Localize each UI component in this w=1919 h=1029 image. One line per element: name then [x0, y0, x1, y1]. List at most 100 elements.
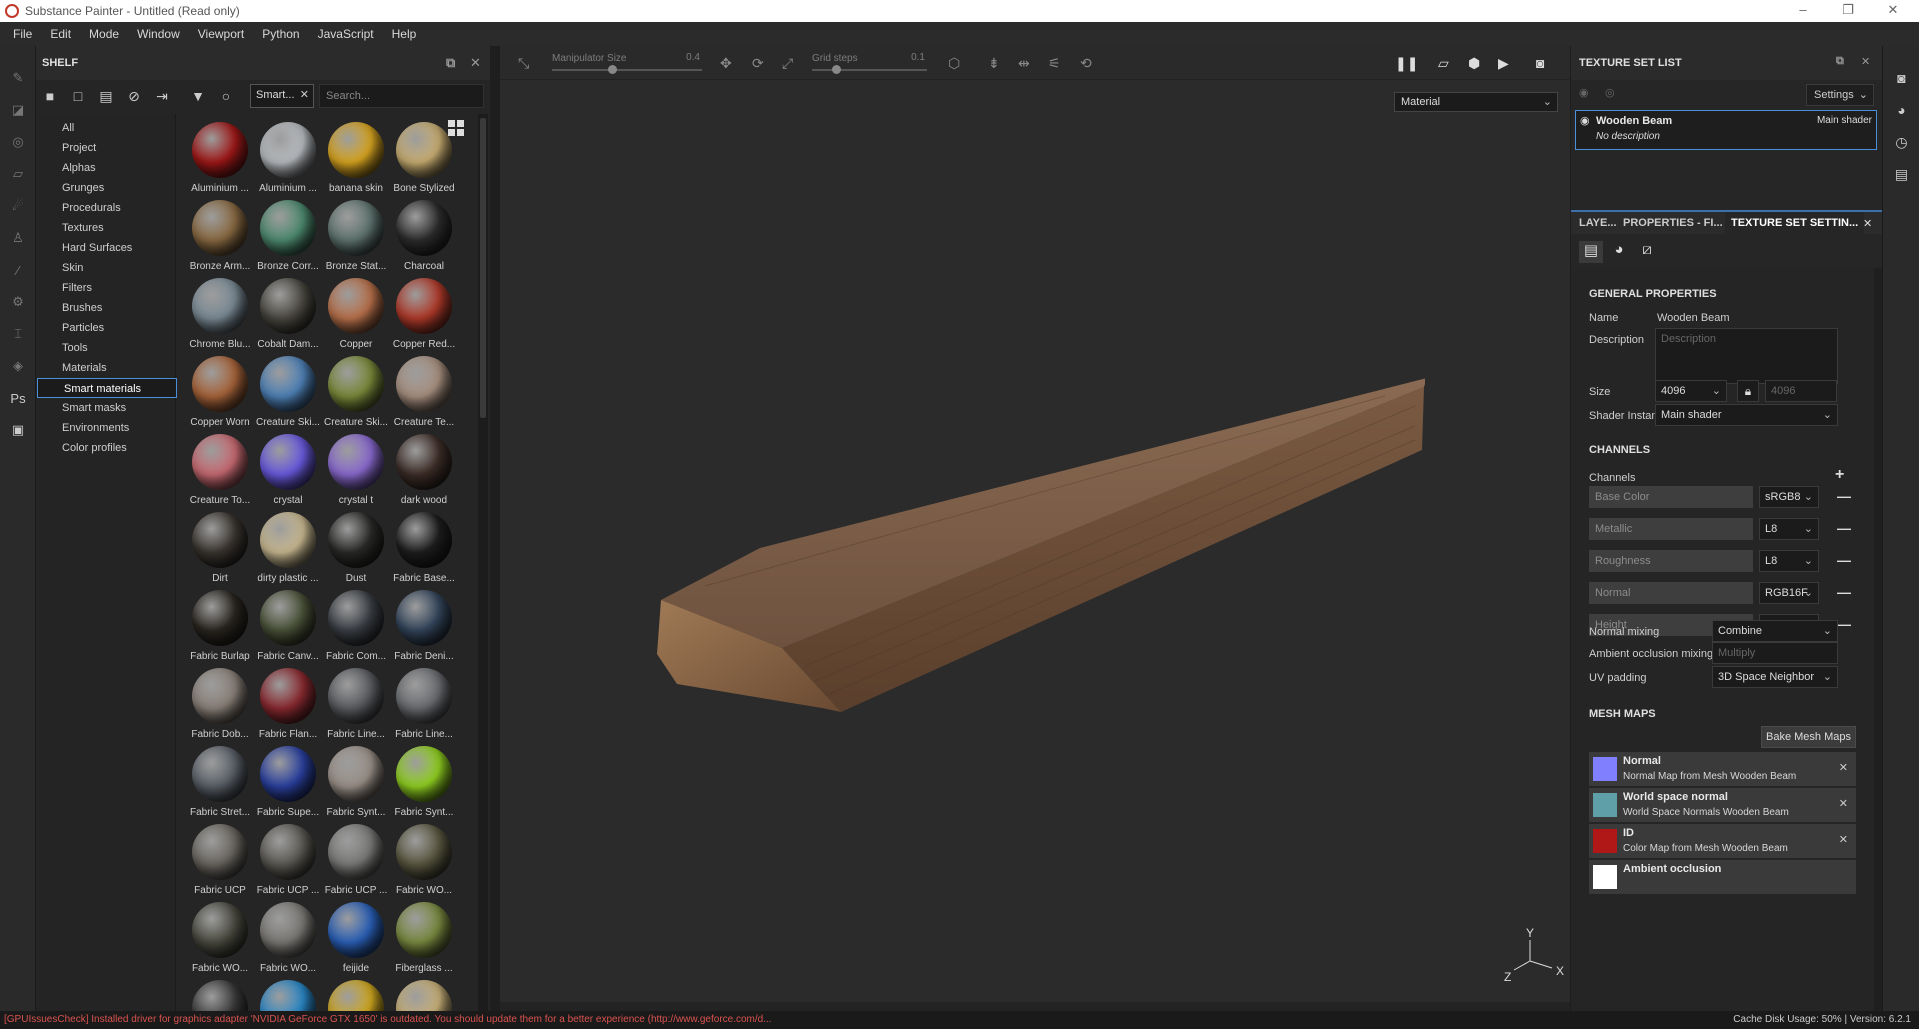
- history-icon[interactable]: ◷: [1883, 126, 1919, 158]
- status-message[interactable]: [GPUIssuesCheck] Installed driver for gr…: [4, 1011, 772, 1029]
- material-tile[interactable]: Creature To...: [186, 432, 254, 510]
- shader-settings-icon[interactable]: ◕: [1883, 94, 1919, 126]
- shelf-category-item[interactable]: Alphas: [36, 158, 175, 178]
- align-icon[interactable]: ⇟: [988, 55, 1000, 72]
- bake-icon[interactable]: ⚙: [0, 286, 36, 318]
- shelf-category-item[interactable]: Filters: [36, 278, 175, 298]
- projection-icon[interactable]: ◎: [0, 126, 36, 158]
- library-icon[interactable]: ▤: [92, 83, 120, 109]
- channel-name[interactable]: Metallic: [1589, 518, 1753, 540]
- viewport-scrollbar[interactable]: [500, 1002, 1570, 1011]
- slider-knob[interactable]: [831, 65, 841, 74]
- material-tile[interactable]: Chrome Blu...: [186, 276, 254, 354]
- shelf-category-item[interactable]: Color profiles: [36, 438, 175, 458]
- shelf-category-item[interactable]: All: [36, 118, 175, 138]
- eraser-icon[interactable]: ◪: [0, 94, 36, 126]
- wooden-beam-model[interactable]: [645, 336, 1425, 796]
- material-tile[interactable]: Fabric Supe...: [254, 744, 322, 822]
- material-tile[interactable]: Fabric UCP ...: [322, 822, 390, 900]
- float-panel-icon[interactable]: ⧉: [446, 55, 455, 71]
- viewport[interactable]: ⤡ Manipulator Size 0.4 ✥ ⟳ ⤢ Grid steps …: [500, 46, 1570, 1011]
- menu-window[interactable]: Window: [128, 27, 189, 41]
- material-tile[interactable]: crystal t: [322, 432, 390, 510]
- material-tile[interactable]: Fabric Canv...: [254, 588, 322, 666]
- reset-icon[interactable]: ⟲: [1080, 55, 1092, 72]
- material-tile[interactable]: Fabric Flan...: [254, 666, 322, 744]
- material-tile[interactable]: Fabric Stret...: [186, 744, 254, 822]
- pause-icon[interactable]: ❚❚: [1395, 55, 1418, 72]
- shelf-category-item[interactable]: Grunges: [36, 178, 175, 198]
- remove-channel-button[interactable]: —: [1837, 520, 1851, 536]
- channel-format-select[interactable]: L8 ⌄: [1759, 518, 1819, 540]
- iray-icon[interactable]: ◈: [0, 350, 36, 382]
- size-select[interactable]: 4096 ⌄: [1655, 380, 1727, 402]
- material-tile[interactable]: Fabric WO...: [254, 900, 322, 978]
- shelf-category-item[interactable]: Smart materials: [37, 378, 177, 398]
- symmetry-icon[interactable]: ⇹: [1018, 55, 1030, 72]
- channel-name[interactable]: Normal: [1589, 582, 1753, 604]
- material-tile[interactable]: Aluminium ...: [186, 120, 254, 198]
- lock-icon[interactable]: 🔒︎: [1737, 380, 1759, 402]
- tab-properties[interactable]: PROPERTIES - FI...: [1623, 217, 1723, 229]
- material-tile[interactable]: Bronze Stat...: [322, 198, 390, 276]
- shelf-category-item[interactable]: Project: [36, 138, 175, 158]
- remove-mesh-map-icon[interactable]: ✕: [1839, 833, 1848, 846]
- channel-name[interactable]: Base Color: [1589, 486, 1753, 508]
- menu-help[interactable]: Help: [383, 27, 426, 41]
- viewport-mode-select[interactable]: Material ⌄: [1394, 92, 1558, 112]
- material-tile[interactable]: Creature Ski...: [254, 354, 322, 432]
- tab-layers[interactable]: LAYE...: [1579, 217, 1617, 229]
- object-icon[interactable]: ⬡: [948, 55, 960, 72]
- tab-texture-set-settings[interactable]: TEXTURE SET SETTIN...: [1725, 212, 1865, 236]
- color-picker-icon[interactable]: ⁄: [0, 254, 36, 286]
- 2d-view-icon[interactable]: ▱: [1438, 55, 1449, 72]
- material-tile[interactable]: Bronze Corr...: [254, 198, 322, 276]
- material-tile[interactable]: Creature Ski...: [322, 354, 390, 432]
- material-tile[interactable]: Fabric Synt...: [322, 744, 390, 822]
- shelf-category-item[interactable]: Tools: [36, 338, 175, 358]
- channel-name[interactable]: Roughness: [1589, 550, 1753, 572]
- visibility-icon[interactable]: ◉: [1579, 86, 1589, 99]
- material-tile[interactable]: [390, 978, 458, 1011]
- texture-set-item[interactable]: ◉ Wooden Beam No description Main shader: [1575, 110, 1877, 150]
- material-tile[interactable]: dark wood: [390, 432, 458, 510]
- snap-icon[interactable]: ⚟: [1048, 55, 1061, 72]
- eye-icon[interactable]: ◎: [1605, 86, 1615, 99]
- slider-knob[interactable]: [608, 65, 617, 74]
- material-tile[interactable]: feijide: [322, 900, 390, 978]
- shader-instance-select[interactable]: Main shader ⌄: [1655, 404, 1838, 426]
- hide-icon[interactable]: ⊘: [120, 83, 148, 109]
- menu-file[interactable]: File: [4, 27, 41, 41]
- log-icon[interactable]: ▤: [1883, 158, 1919, 190]
- rotate-icon[interactable]: ⟳: [752, 55, 764, 72]
- uv-icon[interactable]: ⧄: [1635, 241, 1659, 263]
- texture-set-settings-icon[interactable]: ▤: [1579, 241, 1603, 263]
- remove-channel-button[interactable]: —: [1837, 488, 1851, 504]
- display-settings-icon[interactable]: ◙: [1883, 62, 1919, 94]
- size-height-field[interactable]: 4096: [1765, 380, 1837, 402]
- channel-format-select[interactable]: sRGB8 ⌄: [1759, 486, 1819, 508]
- scale-icon[interactable]: ⤢: [782, 55, 793, 72]
- menu-javascript[interactable]: JavaScript: [309, 27, 383, 41]
- circle-filter-icon[interactable]: ○: [212, 83, 240, 109]
- material-tile[interactable]: Cobalt Dam...: [254, 276, 322, 354]
- close-panel-icon[interactable]: ✕: [1861, 55, 1870, 68]
- smudge-icon[interactable]: ☄: [0, 190, 36, 222]
- material-tile[interactable]: Dust: [322, 510, 390, 588]
- remove-mesh-map-icon[interactable]: ✕: [1839, 797, 1848, 810]
- material-tile[interactable]: Fabric Com...: [322, 588, 390, 666]
- material-tile[interactable]: Fabric Dob...: [186, 666, 254, 744]
- import-icon[interactable]: ⇥: [148, 83, 176, 109]
- move-icon[interactable]: ✥: [720, 55, 732, 72]
- new-icon[interactable]: □: [64, 83, 92, 109]
- material-tile[interactable]: Fabric UCP ...: [254, 822, 322, 900]
- transform-icon[interactable]: ⤡: [518, 55, 529, 72]
- grid-view-icon[interactable]: [448, 120, 464, 136]
- scrollbar-thumb[interactable]: [480, 118, 486, 418]
- settings-scrollbar[interactable]: [1874, 268, 1882, 1011]
- camera-video-icon[interactable]: ▶: [1498, 55, 1509, 72]
- shelf-category-item[interactable]: Procedurals: [36, 198, 175, 218]
- material-tile[interactable]: Copper Red...: [390, 276, 458, 354]
- minimize-button[interactable]: –: [1785, 0, 1821, 22]
- bake-mesh-maps-button[interactable]: Bake Mesh Maps: [1761, 726, 1856, 748]
